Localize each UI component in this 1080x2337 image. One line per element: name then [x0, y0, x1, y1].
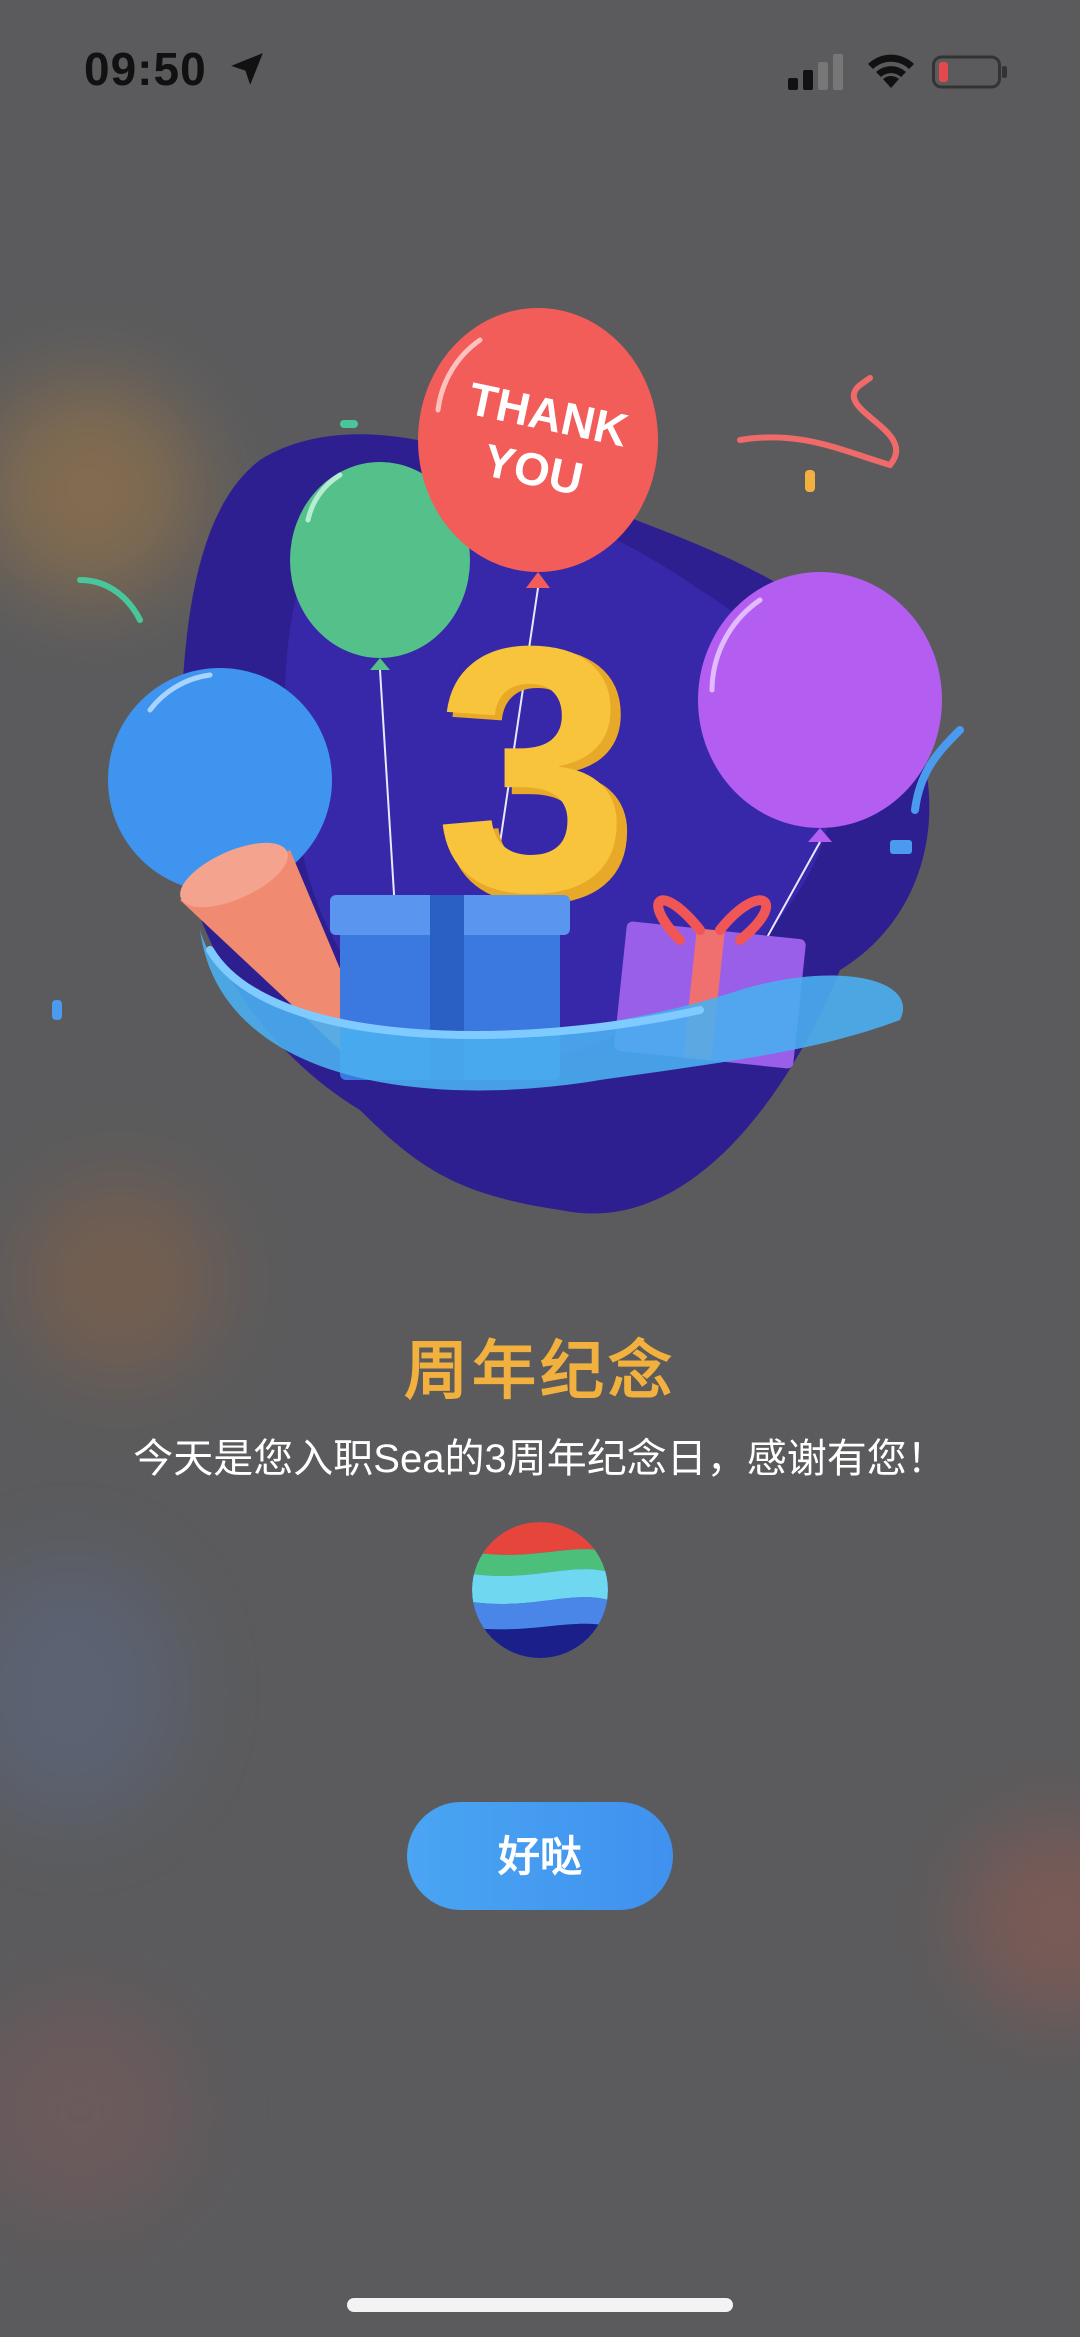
location-arrow-icon — [231, 53, 263, 85]
home-indicator[interactable] — [347, 2298, 733, 2312]
dialog-title: 周年纪念 — [404, 1335, 676, 1407]
anniversary-illustration: THANK YOU 3 3 — [52, 308, 964, 1214]
battery-low-icon — [932, 55, 1007, 89]
status-time: 09:50 — [84, 43, 207, 95]
status-bar: 09:50 — [0, 0, 1080, 140]
sea-logo-icon — [472, 1522, 608, 1658]
wifi-icon — [868, 54, 914, 88]
cellular-signal-icon — [788, 54, 843, 90]
ok-button[interactable]: 好哒 — [407, 1802, 673, 1910]
dialog-message: 今天是您入职Sea的3周年纪念日，感谢有您！ — [133, 1437, 947, 1481]
